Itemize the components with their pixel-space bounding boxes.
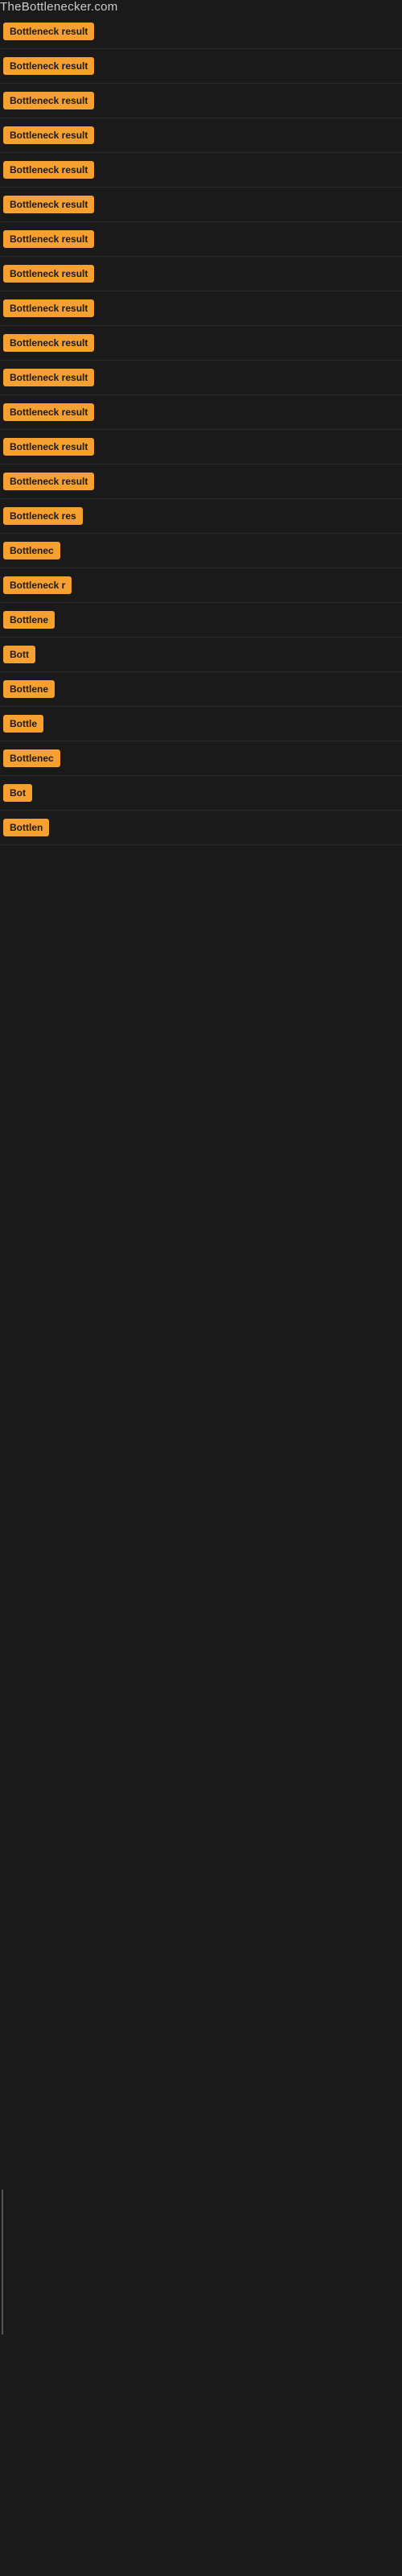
bottleneck-result-badge[interactable]: Bottlen — [3, 819, 49, 836]
site-header: TheBottlenecker.com — [0, 0, 402, 14]
list-item: Bottleneck r — [0, 568, 402, 603]
list-item: Bottleneck result — [0, 118, 402, 153]
list-item: Bottleneck result — [0, 222, 402, 257]
site-title: TheBottlenecker.com — [0, 0, 118, 23]
bottleneck-result-badge[interactable]: Bottleneck result — [3, 92, 94, 109]
list-item: Bottlene — [0, 672, 402, 707]
list-item: Bottleneck result — [0, 361, 402, 395]
bottleneck-result-badge[interactable]: Bottleneck result — [3, 230, 94, 248]
list-item: Bottleneck result — [0, 430, 402, 464]
list-item: Bottlene — [0, 603, 402, 638]
list-item: Bottlenec — [0, 741, 402, 776]
list-item: Bottleneck result — [0, 188, 402, 222]
list-item: Bottleneck res — [0, 499, 402, 534]
bottleneck-result-badge[interactable]: Bottleneck result — [3, 473, 94, 490]
bottleneck-result-badge[interactable]: Bottleneck result — [3, 438, 94, 456]
chart-axis-line — [2, 2190, 3, 2334]
bottleneck-result-badge[interactable]: Bottleneck res — [3, 507, 83, 525]
bottleneck-result-badge[interactable]: Bottleneck result — [3, 161, 94, 179]
bottleneck-result-badge[interactable]: Bottlenec — [3, 749, 60, 767]
bottleneck-result-badge[interactable]: Bottlene — [3, 680, 55, 698]
bottleneck-result-badge[interactable]: Bottle — [3, 715, 43, 733]
bottleneck-result-badge[interactable]: Bottlenec — [3, 542, 60, 559]
bottleneck-result-badge[interactable]: Bottleneck result — [3, 23, 94, 40]
list-item: Bottleneck result — [0, 464, 402, 499]
list-item: Bottleneck result — [0, 257, 402, 291]
bottleneck-result-badge[interactable]: Bot — [3, 784, 32, 802]
list-item: Bott — [0, 638, 402, 672]
list-item: Bottlen — [0, 811, 402, 845]
bottleneck-result-badge[interactable]: Bottlene — [3, 611, 55, 629]
list-item: Bottleneck result — [0, 395, 402, 430]
bottleneck-result-badge[interactable]: Bottleneck result — [3, 369, 94, 386]
bottleneck-result-badge[interactable]: Bottleneck result — [3, 196, 94, 213]
list-item: Bottleneck result — [0, 84, 402, 118]
bottleneck-result-badge[interactable]: Bottleneck result — [3, 265, 94, 283]
bottleneck-result-badge[interactable]: Bottleneck result — [3, 299, 94, 317]
bottleneck-result-badge[interactable]: Bottleneck r — [3, 576, 72, 594]
bottleneck-result-badge[interactable]: Bott — [3, 646, 35, 663]
bottleneck-result-badge[interactable]: Bottleneck result — [3, 57, 94, 75]
list-item: Bottleneck result — [0, 153, 402, 188]
list-item: Bottlenec — [0, 534, 402, 568]
bottleneck-result-badge[interactable]: Bottleneck result — [3, 334, 94, 352]
bottleneck-result-badge[interactable]: Bottleneck result — [3, 126, 94, 144]
bottleneck-result-badge[interactable]: Bottleneck result — [3, 403, 94, 421]
items-list: Bottleneck result Bottleneck result Bottle… — [0, 14, 402, 845]
list-item: Bottleneck result — [0, 326, 402, 361]
list-item: Bottleneck result — [0, 49, 402, 84]
list-item: Bot — [0, 776, 402, 811]
list-item: Bottleneck result — [0, 291, 402, 326]
list-item: Bottle — [0, 707, 402, 741]
